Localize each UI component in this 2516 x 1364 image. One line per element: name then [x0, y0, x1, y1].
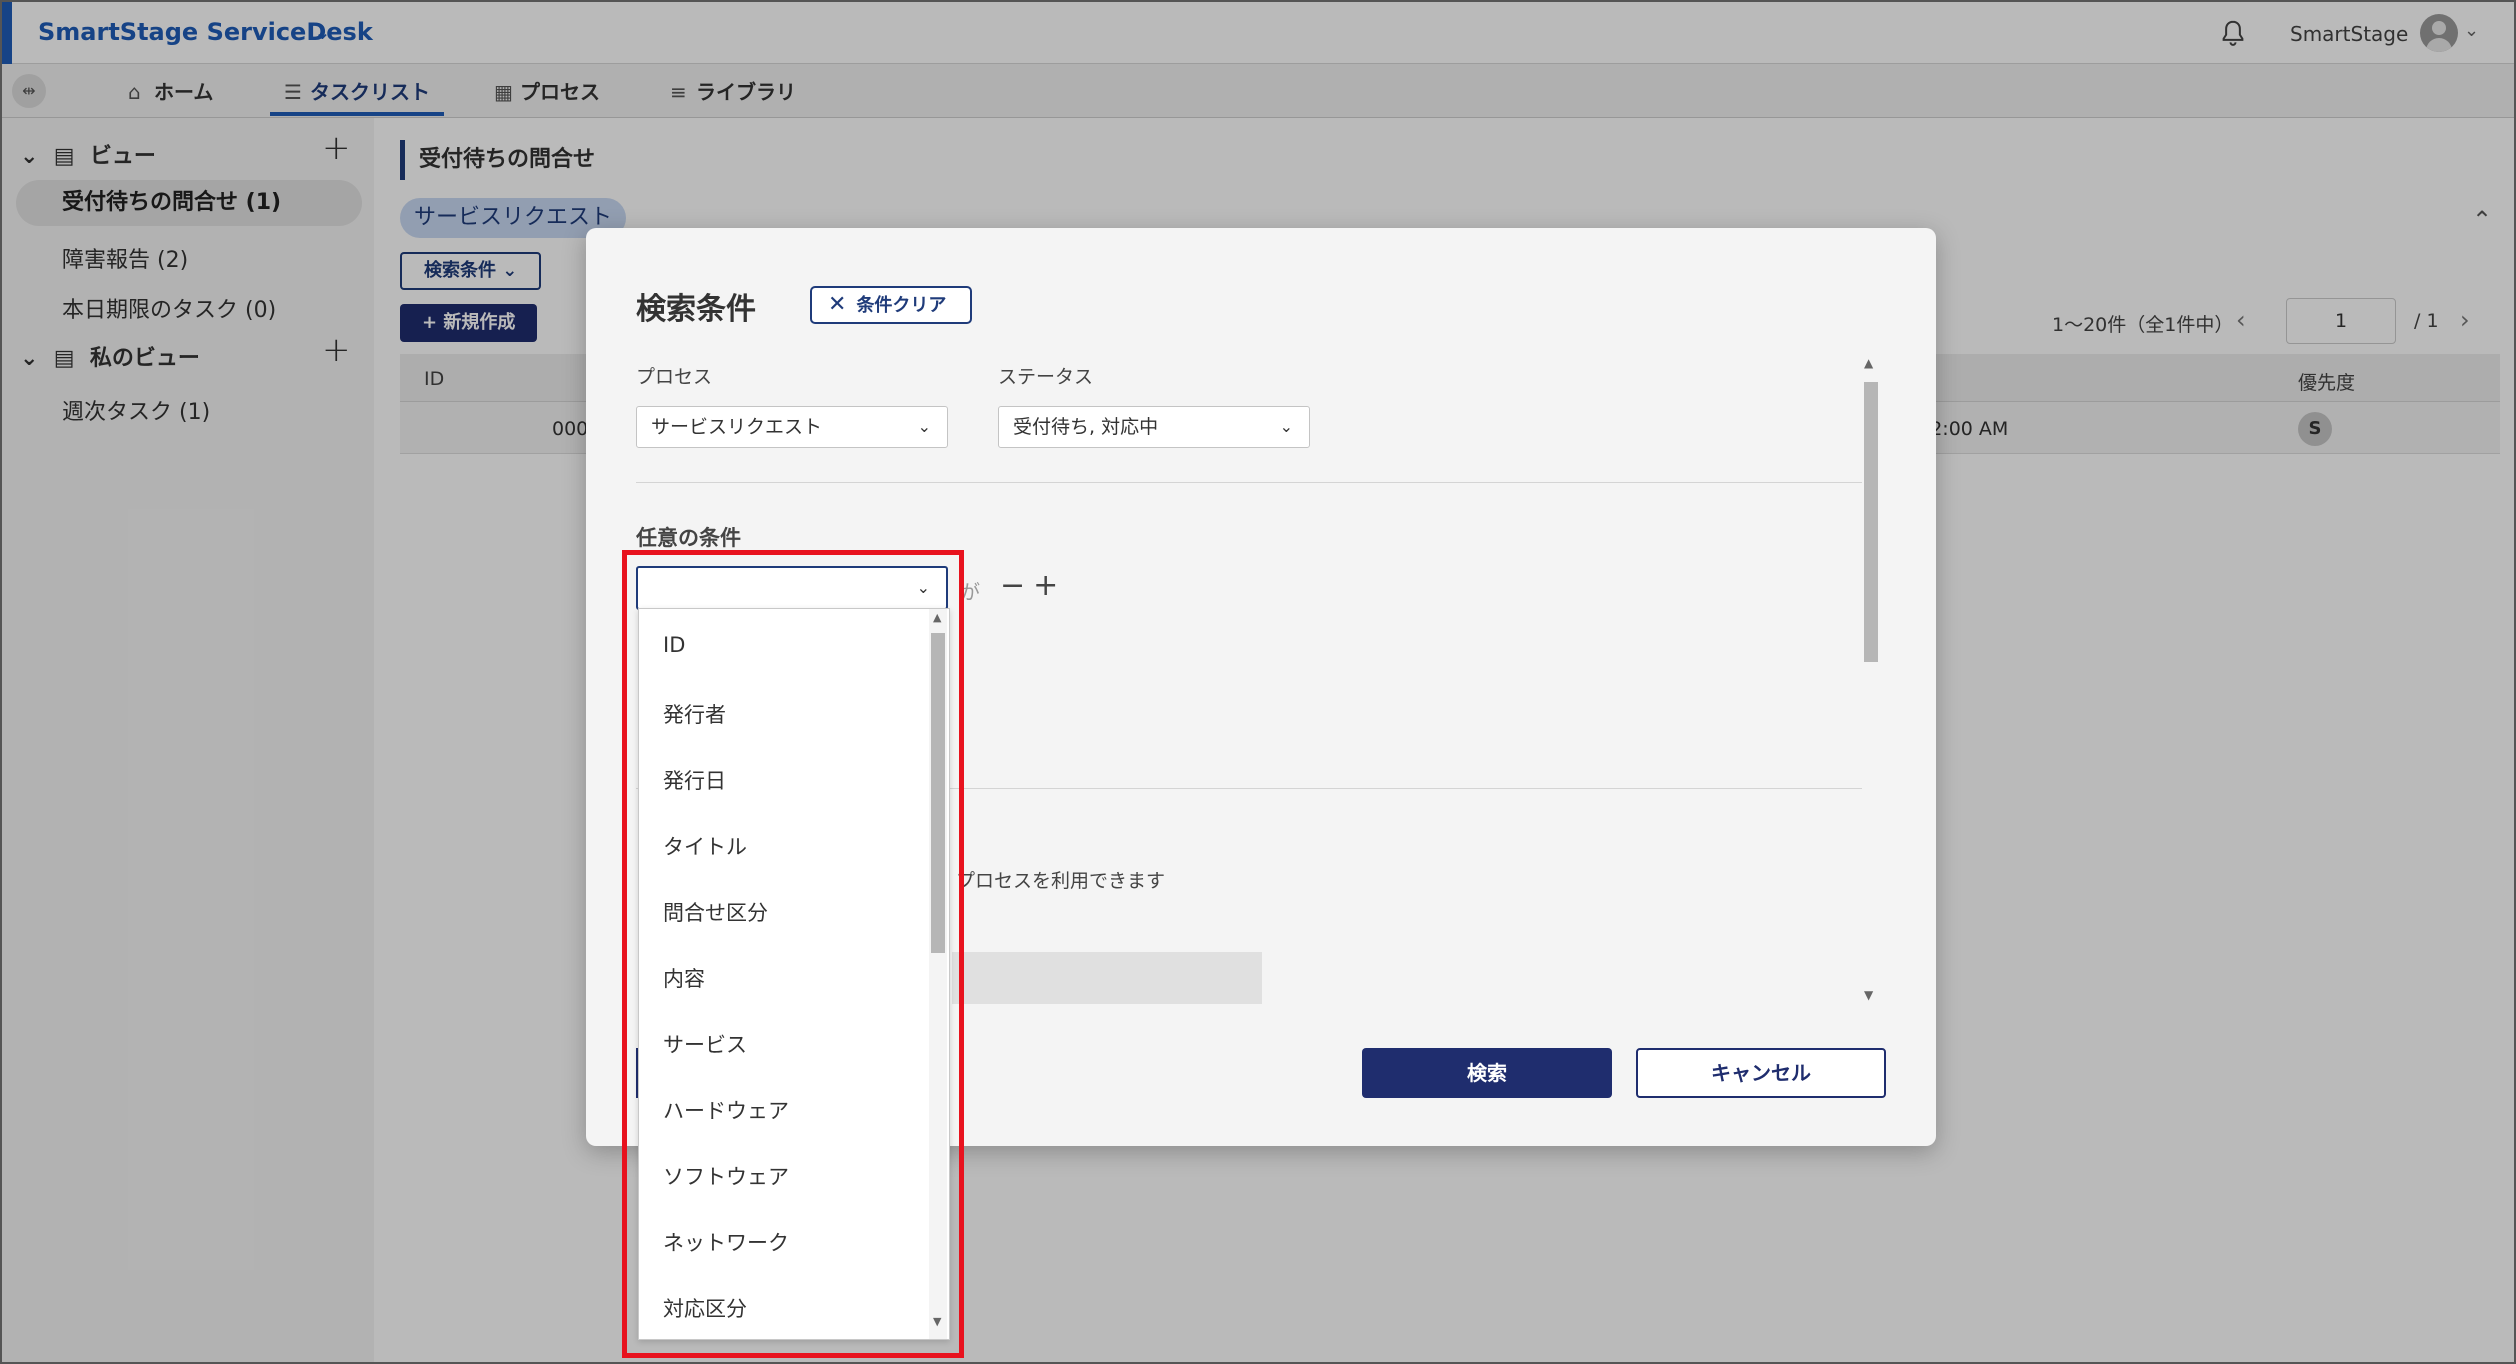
clear-conditions-button[interactable]: ✕ 条件クリア — [810, 286, 973, 324]
close-icon: ✕ — [828, 292, 847, 317]
remove-condition-icon[interactable]: − — [1000, 568, 1033, 603]
scroll-down-icon[interactable]: ▼ — [1864, 988, 1873, 1002]
process-select[interactable]: サービスリクエスト ⌄ — [636, 406, 948, 448]
divider — [636, 482, 1862, 483]
condition-controls: −+ — [1000, 568, 1066, 603]
scrollbar-thumb[interactable] — [1864, 382, 1878, 662]
chevron-down-icon: ⌄ — [917, 417, 931, 436]
dialog-title: 検索条件 — [636, 292, 756, 327]
select-value: サービスリクエスト — [651, 416, 823, 438]
app-window: SmartStage ServiceDesk ⌄ SmartStage ⌄ ⇹ … — [0, 0, 2516, 1364]
hint-text: プロセスを利用できます — [956, 870, 1166, 892]
grey-input-bar[interactable] — [952, 952, 1262, 1004]
add-condition-icon[interactable]: + — [1033, 568, 1066, 603]
cancel-button[interactable]: キャンセル — [1636, 1048, 1886, 1098]
optional-conditions-label: 任意の条件 — [636, 526, 741, 550]
highlight-box — [622, 550, 964, 1358]
dialog-scrollbar[interactable]: ▲ ▼ — [1860, 356, 1880, 1010]
select-value: 受付待ち, 対応中 — [1013, 416, 1159, 438]
status-label: ステータス — [998, 366, 1094, 388]
chevron-down-icon: ⌄ — [1279, 417, 1293, 436]
status-select[interactable]: 受付待ち, 対応中 ⌄ — [998, 406, 1310, 448]
button-label: 条件クリア — [856, 295, 947, 316]
process-label: プロセス — [636, 366, 713, 388]
scroll-up-icon[interactable]: ▲ — [1864, 356, 1873, 370]
search-button[interactable]: 検索 — [1362, 1048, 1612, 1098]
